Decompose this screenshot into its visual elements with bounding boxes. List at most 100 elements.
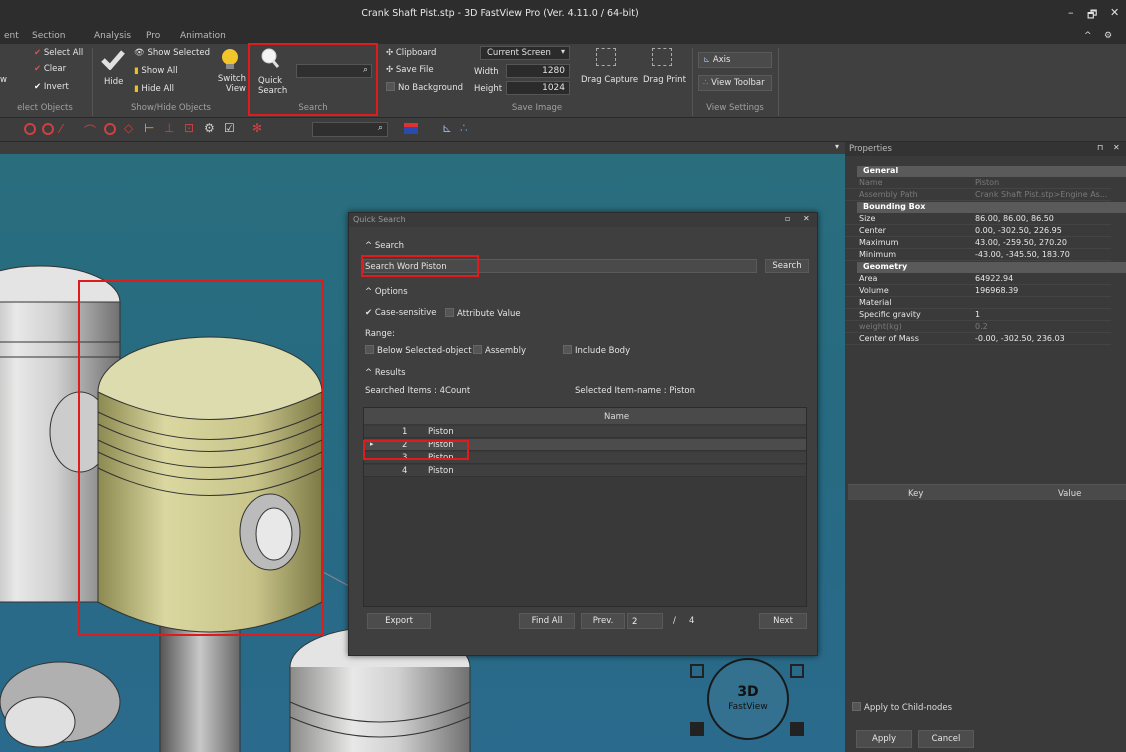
view-toolbar-button[interactable]: ∴ View Toolbar [698,75,772,91]
circle3-tool-icon[interactable] [104,123,116,135]
arc-tool-icon[interactable]: ⌒ [84,122,96,139]
height-input[interactable]: 1024 [506,81,570,95]
below-selected-checkbox[interactable]: Below Selected-object [365,345,472,356]
options-section-header[interactable]: ^ Options [365,287,408,297]
prop-row-center[interactable]: Center 0.00, -302.50, 226.95 [845,226,1111,237]
collapse-icon: ^ [365,241,375,251]
view-cube-corner-icon[interactable] [790,722,804,736]
viewport-header: ▾ [0,142,845,154]
pin-icon[interactable]: ⊓ [1097,143,1103,152]
view-button[interactable]: w [0,75,7,85]
save-file-button[interactable]: ✣ Save File [386,65,434,75]
search-section-header[interactable]: ^ Search [365,241,404,251]
options-icon[interactable]: ⚙ [1104,31,1112,41]
view-cube-corner-icon[interactable] [690,664,704,678]
width-input[interactable]: 1280 [506,64,570,78]
axis-button[interactable]: ⊾ Axis [698,52,772,68]
drag-print-button[interactable]: Drag Print [643,75,686,85]
prop-row-weight: weight(kg) 0.2 [845,322,1111,333]
menu-analysis[interactable]: Analysis [94,31,131,41]
results-section-header[interactable]: ^ Results [365,368,406,378]
general-section[interactable]: General [857,166,1126,177]
color-tool-icon[interactable]: ✻ [252,121,262,135]
prop-row-minimum[interactable]: Minimum -43.00, -345.50, 183.70 [845,250,1111,261]
axis-view-icon[interactable]: ⊾ [442,121,452,135]
next-button[interactable]: Next [759,613,807,629]
view-cube-corner-icon[interactable] [690,722,704,736]
ribbon-collapse-icon[interactable]: ^ [1084,31,1092,41]
prev-button[interactable]: Prev. [581,613,625,629]
menu-pro[interactable]: Pro [146,31,160,41]
grid-header: Name [364,408,806,424]
concentric-tool-icon[interactable] [42,123,54,135]
show-selected-button[interactable]: 👁 Show Selected [134,48,210,58]
apply-button[interactable]: Apply [856,730,912,748]
geometry-section[interactable]: Geometry [857,262,1126,273]
check-tool-icon[interactable]: ☑ [224,121,235,135]
diamond-tool-icon[interactable]: ◇ [124,121,133,135]
prop-row-material[interactable]: Material [845,298,1111,309]
prop-row-size[interactable]: Size 86.00, 86.00, 86.50 [845,214,1111,225]
ribbon-search-input[interactable]: ⌕ [296,64,372,78]
prop-row-gravity[interactable]: Specific gravity 1 [845,310,1111,321]
settings-tool-icon[interactable]: ⚙ [204,121,215,135]
checkbox-icon [445,308,454,317]
show-all-button[interactable]: ▮ Show All [134,66,178,76]
circle-tool-icon[interactable] [24,123,36,135]
box-tool-icon[interactable]: ⊡ [184,121,194,135]
key-value-header: Key Value [848,484,1126,500]
toolbar-search-input[interactable]: ⌕ [312,122,388,137]
fastview-logo[interactable]: 3D FastView [707,658,789,740]
close-button[interactable]: ✕ [1110,6,1119,19]
include-body-checkbox[interactable]: Include Body [563,345,630,356]
no-background-checkbox[interactable]: No Background [386,82,463,93]
prop-row-center-of-mass[interactable]: Center of Mass -0.00, -302.50, 236.03 [845,334,1111,345]
search-button[interactable]: Search [765,259,809,273]
page-input[interactable]: 2 [627,613,663,629]
perpendicular-tool-icon[interactable]: ⊥ [164,121,174,135]
close-icon[interactable]: ✕ [1113,143,1120,152]
export-button[interactable]: Export [367,613,431,629]
drag-capture-button[interactable]: Drag Capture [581,75,638,85]
line-tool-icon[interactable]: ⁄ [60,122,62,136]
toolbar-view-icon[interactable]: ∴ [460,121,468,135]
search-icon[interactable]: ⌕ [378,123,383,133]
attribute-value-checkbox[interactable]: Attribute Value [445,308,521,319]
title-bar: Crank Shaft Pist.stp - 3D FastView Pro (… [0,0,1126,30]
search-icon[interactable]: ⌕ [363,65,368,75]
apply-child-nodes-checkbox[interactable]: Apply to Child-nodes [852,702,952,713]
menu-item[interactable]: ent [4,31,19,41]
hide-all-button[interactable]: ▮ Hide All [134,84,174,94]
clear-button[interactable]: ✔ Clear [34,64,66,74]
flag-icon[interactable] [404,123,418,134]
result-row[interactable]: 4 Piston [364,465,806,477]
maximize-icon[interactable]: ▫ [785,214,790,223]
menu-section[interactable]: Section [32,31,65,41]
quick-search-button[interactable]: Quick Search [258,76,290,96]
hide-button[interactable]: Hide [104,77,123,87]
close-icon[interactable]: ✕ [803,214,810,223]
find-all-button[interactable]: Find All [519,613,575,629]
case-sensitive-checkbox[interactable]: ✔ Case-sensitive [365,308,437,318]
switch-view-button[interactable]: Switch View [216,74,246,94]
dropdown-icon[interactable]: ▾ [835,142,839,151]
menu-animation[interactable]: Animation [180,31,226,41]
prop-row-volume[interactable]: Volume 196968.39 [845,286,1111,297]
window-title: Crank Shaft Pist.stp - 3D FastView Pro (… [361,8,639,19]
cancel-button[interactable]: Cancel [918,730,974,748]
view-cube-corner-icon[interactable] [790,664,804,678]
bounding-box-section[interactable]: Bounding Box [857,202,1126,213]
prop-row-maximum[interactable]: Maximum 43.00, -259.50, 270.20 [845,238,1111,249]
result-row[interactable]: 1 Piston [364,426,806,438]
select-all-button[interactable]: ✔ Select All [34,48,83,58]
restore-button[interactable]: 🗗 [1087,6,1097,25]
minimize-button[interactable]: – [1068,6,1074,19]
assembly-checkbox[interactable]: Assembly [473,345,526,356]
screen-option-select[interactable]: Current Screen ▾ [480,46,570,60]
prop-row-area[interactable]: Area 64922.94 [845,274,1111,285]
invert-button[interactable]: ✔ Invert [34,82,69,92]
clipboard-button[interactable]: ✣ Clipboard [386,48,436,58]
dialog-title-bar[interactable]: Quick Search ▫ ✕ [349,213,817,227]
height-label: Height [474,84,503,94]
axis-tool-icon[interactable]: ⊢ [144,121,154,135]
